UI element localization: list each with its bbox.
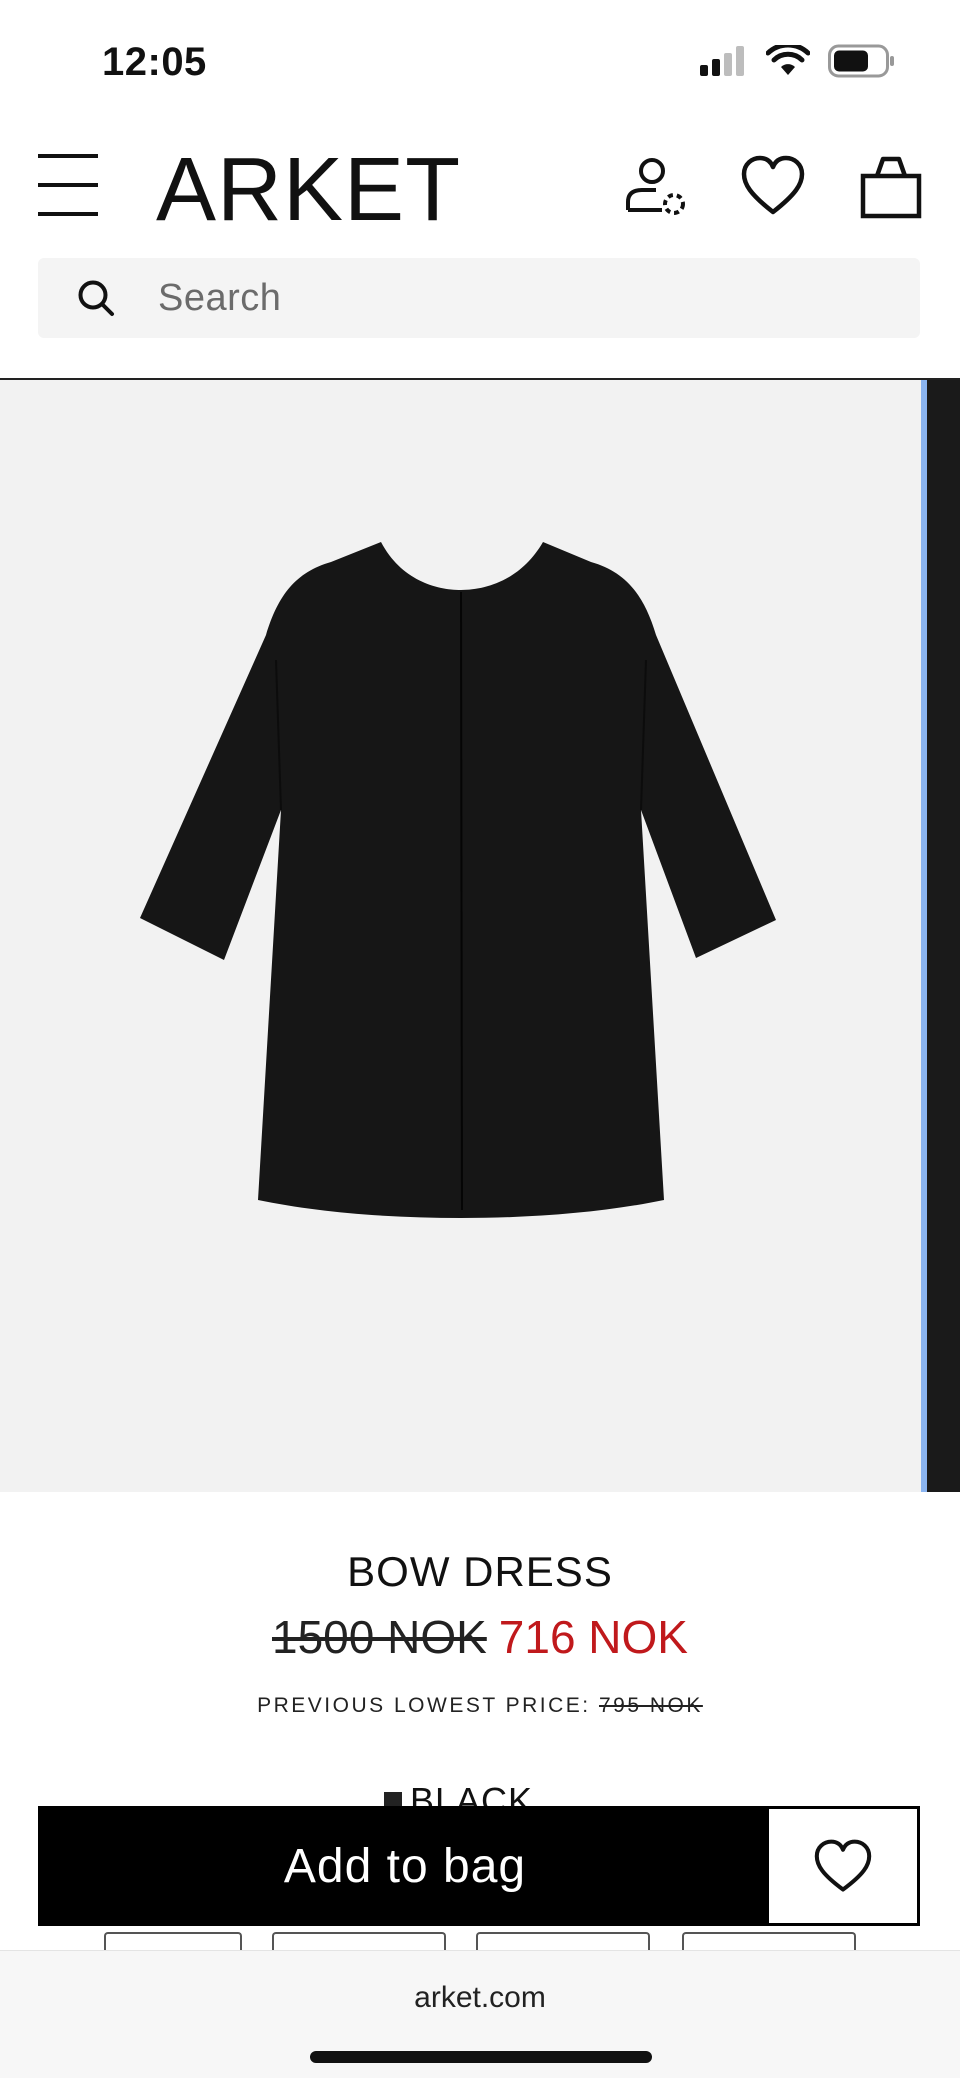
search-icon — [78, 280, 114, 316]
status-time: 12:05 — [102, 40, 207, 84]
previous-lowest-value: 795 NOK — [598, 1694, 703, 1717]
heart-icon[interactable] — [740, 154, 806, 220]
hamburger-menu-icon[interactable] — [38, 152, 100, 218]
original-price: 1500 NOK — [271, 1611, 487, 1663]
sale-price: 716 NOK — [498, 1611, 688, 1663]
product-image-gallery[interactable] — [0, 378, 960, 1492]
search-bar[interactable] — [38, 258, 920, 338]
price-row: 1500 NOK 716 NOK — [0, 1610, 960, 1664]
add-to-bag-button[interactable]: Add to bag — [41, 1809, 769, 1923]
product-image — [140, 542, 776, 1218]
shopping-bag-icon[interactable] — [858, 154, 924, 220]
status-icons — [698, 44, 896, 78]
heart-icon — [814, 1839, 872, 1892]
brand-logo[interactable]: ARKET — [156, 140, 461, 240]
account-icon[interactable] — [622, 154, 688, 220]
cellular-signal-icon — [700, 46, 744, 76]
product-name: BOW DRESS — [347, 1548, 613, 1595]
battery-icon — [828, 44, 894, 78]
status-bar: 12:05 — [0, 0, 960, 120]
previous-lowest-price: PREVIOUS LOWEST PRICE: 795 NOK — [0, 1694, 960, 1718]
search-input[interactable] — [158, 258, 878, 338]
previous-lowest-label: PREVIOUS LOWEST PRICE: — [257, 1694, 591, 1717]
url-text[interactable]: arket.com — [0, 1981, 960, 2015]
browser-address-bar[interactable]: arket.com — [0, 1950, 960, 2078]
wishlist-button[interactable] — [769, 1809, 917, 1923]
site-header: ARKET — [0, 140, 960, 240]
next-image-peek[interactable] — [927, 380, 960, 1492]
home-indicator[interactable] — [310, 2051, 652, 2063]
wifi-icon — [766, 45, 810, 75]
sticky-purchase-bar: Add to bag — [38, 1806, 920, 1926]
